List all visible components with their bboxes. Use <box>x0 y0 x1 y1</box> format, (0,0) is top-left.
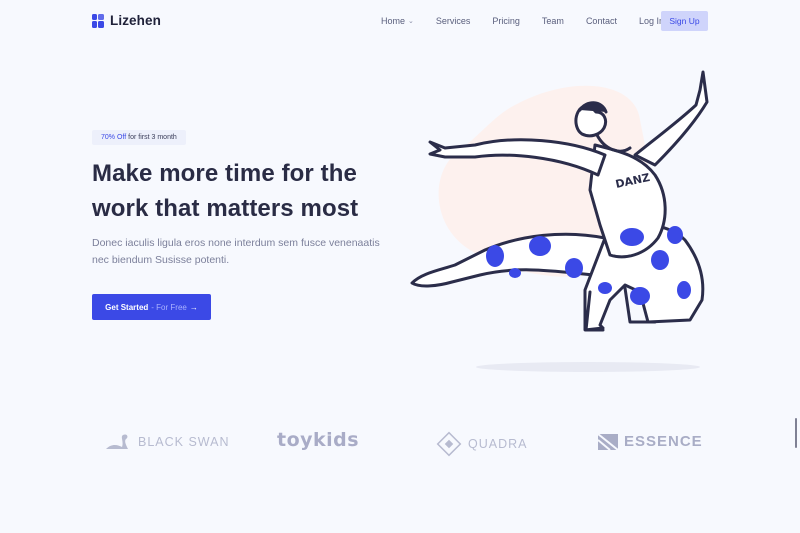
chevron-down-icon: ⌄ <box>408 18 414 25</box>
hero-headline: Make more time for the work that matters… <box>92 160 359 222</box>
logo-black-swan: BLACK SWAN <box>104 433 230 451</box>
hero-illustration: DANZ <box>410 70 709 372</box>
swan-icon <box>106 434 128 449</box>
page-scrollbar[interactable] <box>795 418 797 448</box>
logo-essence: ESSENCE <box>598 433 703 450</box>
arrow-right-icon: → <box>189 302 198 312</box>
brand-icon <box>92 13 104 28</box>
nav-contact[interactable]: Contact <box>586 16 617 26</box>
nav-home[interactable]: Home ⌄ <box>381 16 414 26</box>
logo-quadra: QUADRA <box>436 431 527 457</box>
promo-badge-highlight: 70% Off <box>101 134 127 141</box>
logo-essence-label: ESSENCE <box>624 433 703 450</box>
brand-name: Lizehen <box>110 13 161 28</box>
client-logos: BLACK SWAN toykids QUADRA ESSENCE <box>0 425 800 465</box>
get-started-label: Get Started <box>105 302 149 312</box>
navbar: Lizehen Home ⌄ Services Pricing Team Con… <box>0 0 800 42</box>
logo-toykids: toykids <box>277 429 359 451</box>
essence-icon <box>598 433 618 450</box>
logo-quadra-label: QUADRA <box>468 437 528 451</box>
promo-badge: 70% Off for first 3 month <box>92 130 186 145</box>
logo-toykids-label: toykids <box>277 429 360 451</box>
nav-services[interactable]: Services <box>436 16 471 26</box>
nav-team[interactable]: Team <box>542 16 564 26</box>
get-started-suffix: - For Free <box>151 302 187 312</box>
diamond-icon <box>436 431 462 457</box>
nav-pricing[interactable]: Pricing <box>492 16 520 26</box>
brand-logo[interactable]: Lizehen <box>92 13 161 28</box>
hero-subtitle: Donec iaculis ligula eros none interdum … <box>92 237 380 266</box>
logo-black-swan-label: BLACK SWAN <box>138 435 230 449</box>
get-started-button[interactable]: Get Started - For Free → <box>92 294 211 320</box>
promo-badge-text: for first 3 month <box>128 134 177 141</box>
nav-home-label: Home <box>381 16 406 26</box>
signup-button[interactable]: Sign Up <box>661 11 708 31</box>
main-menu: Home ⌄ Services Pricing Team Contact Log… <box>381 16 686 26</box>
